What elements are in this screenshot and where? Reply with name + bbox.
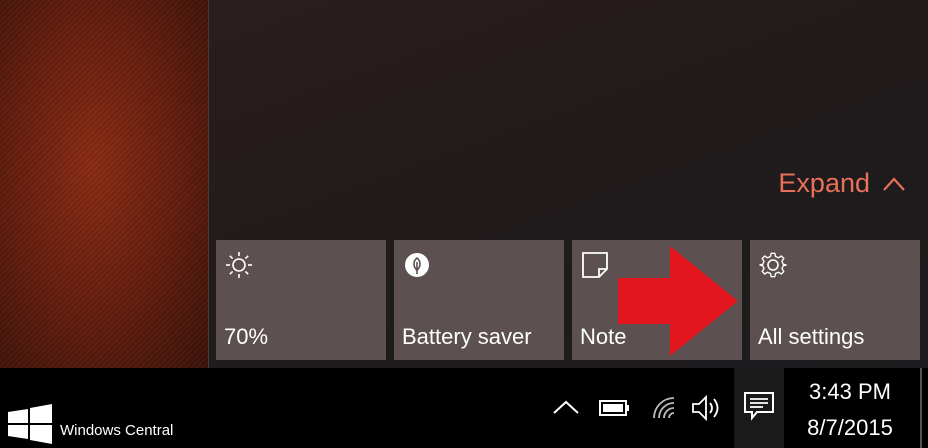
battery-icon[interactable]	[598, 394, 632, 422]
clock-time: 3:43 PM	[809, 379, 891, 404]
note-icon	[582, 252, 608, 278]
desktop-wallpaper	[0, 0, 208, 368]
quick-action-brightness[interactable]: 70%	[216, 240, 386, 360]
message-icon	[744, 392, 774, 421]
windows-logo-icon	[8, 404, 52, 444]
battery-saver-label: Battery saver	[402, 324, 532, 349]
quick-action-all-settings[interactable]: All settings	[750, 240, 920, 360]
gear-icon	[759, 252, 787, 278]
leaf-icon	[405, 253, 429, 277]
brightness-value: 70%	[224, 324, 269, 349]
show-desktop-button[interactable]	[920, 368, 922, 448]
action-center-button[interactable]	[734, 368, 784, 448]
clock-date: 8/7/2015	[807, 415, 893, 440]
expand-label: Expand	[778, 168, 870, 198]
quick-action-battery-saver[interactable]: Battery saver	[394, 240, 564, 360]
chevron-up-icon	[883, 176, 905, 191]
brand-watermark: Windows Central	[60, 422, 174, 439]
chevron-up-icon[interactable]	[549, 394, 583, 422]
all-settings-label: All settings	[758, 324, 865, 349]
wifi-icon[interactable]	[650, 394, 684, 422]
volume-icon[interactable]	[690, 394, 724, 422]
annotation-arrow-icon	[618, 246, 738, 356]
sun-icon	[226, 252, 252, 278]
clock[interactable]: 3:43 PM 8/7/2015	[790, 378, 910, 442]
expand-button[interactable]: Expand	[778, 168, 906, 199]
taskbar: Windows Central 3:43 PM 8/7/2015	[0, 368, 928, 448]
